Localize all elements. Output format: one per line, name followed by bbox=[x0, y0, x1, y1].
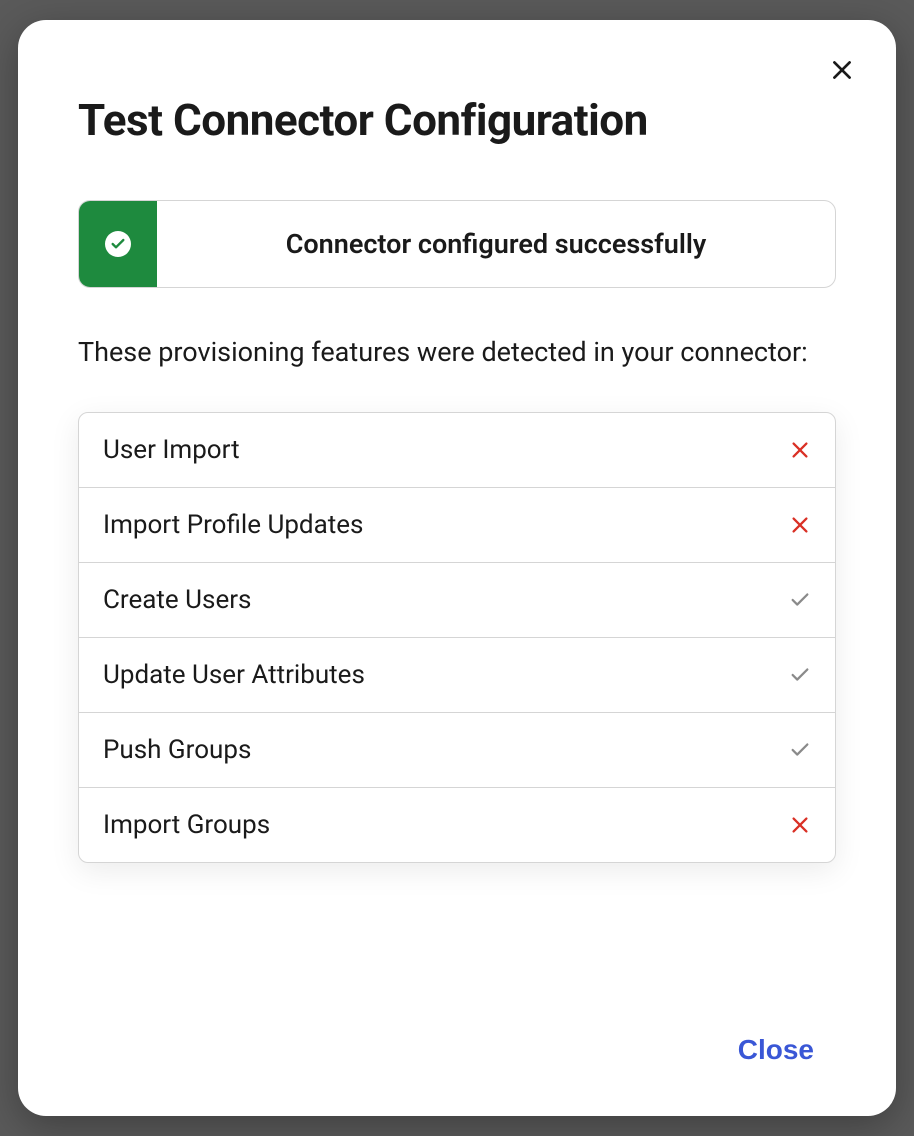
success-message: Connector configured successfully bbox=[157, 201, 835, 287]
check-icon bbox=[789, 589, 811, 611]
check-icon bbox=[789, 739, 811, 761]
close-button[interactable]: Close bbox=[722, 1026, 830, 1074]
feature-label: Import Groups bbox=[103, 810, 270, 840]
success-banner: Connector configured successfully bbox=[78, 200, 836, 288]
list-item: Update User Attributes bbox=[79, 638, 835, 713]
modal-dialog: Test Connector Configuration Connector c… bbox=[18, 20, 896, 1116]
close-icon-button[interactable] bbox=[824, 52, 860, 88]
list-item: Create Users bbox=[79, 563, 835, 638]
list-item: Import Groups bbox=[79, 788, 835, 862]
feature-label: Import Profile Updates bbox=[103, 510, 363, 540]
modal-footer: Close bbox=[722, 1026, 830, 1074]
feature-label: Create Users bbox=[103, 585, 251, 615]
x-icon bbox=[789, 814, 811, 836]
feature-label: User Import bbox=[103, 435, 240, 465]
list-item: User Import bbox=[79, 413, 835, 488]
feature-list: User Import Import Profile Updates Creat… bbox=[78, 412, 836, 863]
feature-label: Update User Attributes bbox=[103, 660, 365, 690]
x-icon bbox=[789, 439, 811, 461]
check-icon bbox=[789, 664, 811, 686]
x-icon bbox=[789, 514, 811, 536]
description-text: These provisioning features were detecte… bbox=[78, 330, 836, 376]
success-icon-area bbox=[79, 201, 157, 287]
list-item: Import Profile Updates bbox=[79, 488, 835, 563]
feature-label: Push Groups bbox=[103, 735, 251, 765]
modal-title: Test Connector Configuration bbox=[78, 94, 836, 146]
close-icon bbox=[829, 57, 855, 83]
list-item: Push Groups bbox=[79, 713, 835, 788]
check-circle-icon bbox=[105, 231, 131, 257]
